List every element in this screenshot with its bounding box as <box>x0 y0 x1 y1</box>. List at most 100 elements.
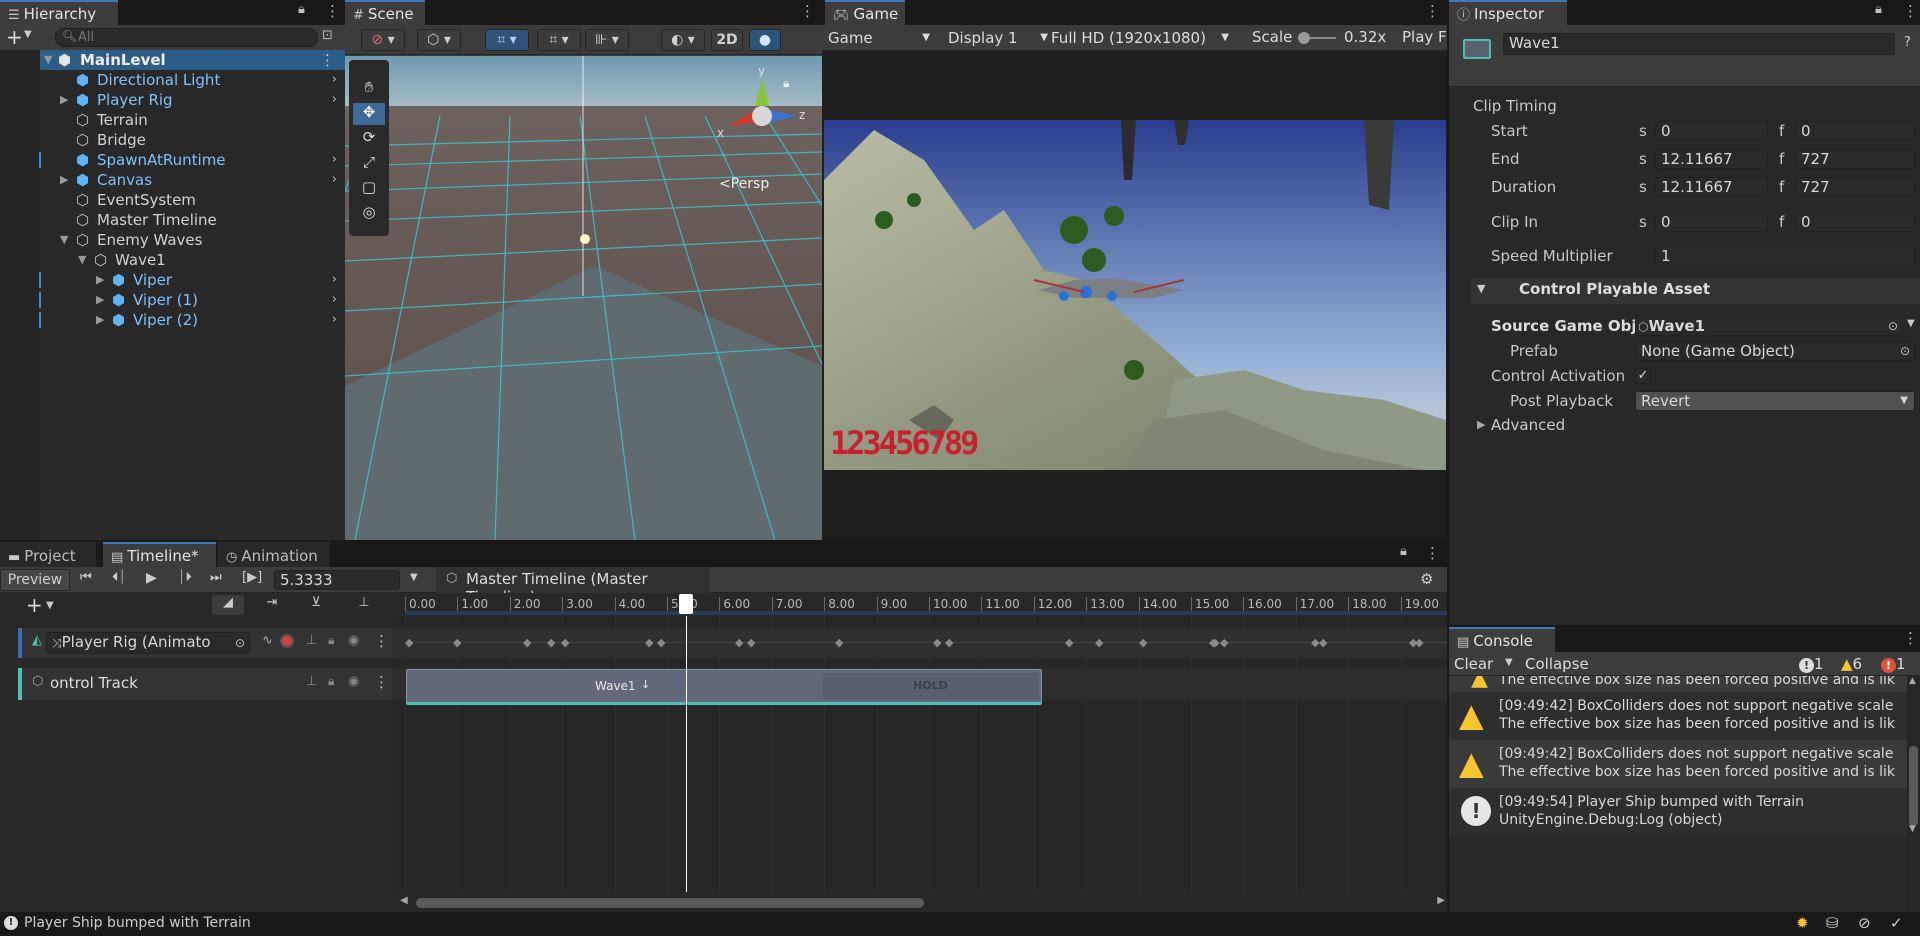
ripple-mode-icon[interactable]: ◢ <box>212 595 244 615</box>
projection-label[interactable]: <Persp <box>719 176 769 192</box>
dropdown-arrow-icon[interactable]: ▼ <box>46 600 54 611</box>
dropdown-arrow-icon[interactable]: ▼ <box>24 29 32 40</box>
scroll-up-icon[interactable]: ▲ <box>1909 676 1916 686</box>
lock-icon[interactable]: 🔒︎ <box>328 674 334 689</box>
add-icon[interactable]: + <box>6 25 23 49</box>
menu-kebab-icon[interactable]: ⋮ <box>1903 629 1918 647</box>
horizontal-scrollbar[interactable]: ◀ ▶ <box>400 895 1447 910</box>
console-entry[interactable]: ▲ [09:49:42] BoxColliders does not suppo… <box>1449 740 1907 788</box>
menu-kebab-icon[interactable]: ⋮ <box>1425 544 1440 562</box>
tab-project[interactable]: ▬ Project <box>0 542 96 567</box>
keyframe-marker[interactable]: ◆ <box>1139 636 1147 649</box>
gizmo-lock-icon[interactable]: 🔒︎ <box>783 76 789 91</box>
lock-icon[interactable]: 🔒︎ <box>298 2 305 17</box>
tab-timeline[interactable]: ▤ Timeline* <box>103 542 216 567</box>
control-playable-asset-header[interactable]: ▼ Control Playable Asset <box>1471 278 1920 304</box>
warning-count-toggle[interactable]: ▲6 <box>1841 655 1862 673</box>
duration-seconds-field[interactable]: 12.11667 <box>1655 177 1768 197</box>
time-field[interactable]: 5.3333 <box>274 570 400 590</box>
help-icon[interactable]: ? <box>1904 35 1911 50</box>
expand-arrow-icon[interactable]: ▶ <box>96 290 104 310</box>
info-count-toggle[interactable]: ! 1 <box>1799 655 1824 673</box>
curves-icon[interactable]: ∿ <box>262 633 273 648</box>
end-frames-field[interactable]: 727 <box>1795 149 1915 169</box>
chevron-right-icon[interactable]: › <box>332 170 337 190</box>
pin-icon[interactable]: ⊥ <box>306 674 317 689</box>
expand-arrow-icon[interactable]: ▶ <box>60 90 68 110</box>
go-to-start-icon[interactable]: ⏮ <box>80 570 92 585</box>
mix-mode-icon[interactable]: ⊻ <box>300 595 332 615</box>
error-count-toggle[interactable]: ! 1 <box>1881 655 1906 673</box>
scale-tool-icon[interactable]: ⤢ <box>353 153 385 175</box>
move-tool-icon[interactable]: ✥ <box>353 103 385 125</box>
scene-menu-icon[interactable]: ⋮ <box>320 50 335 70</box>
start-seconds-field[interactable]: 0 <box>1655 121 1768 141</box>
play-icon[interactable]: ▶ <box>146 570 157 586</box>
scrollbar-thumb[interactable] <box>416 898 924 908</box>
keyframe-marker[interactable]: ◆ <box>835 636 843 649</box>
display-dropdown[interactable]: Display 1 ▼ <box>948 27 1048 49</box>
end-seconds-field[interactable]: 12.11667 <box>1655 149 1768 169</box>
tab-animation[interactable]: ◷ Animation <box>218 542 330 567</box>
hierarchy-item-directional-light[interactable]: ⬢ Directional Light › <box>40 70 345 90</box>
network-icon[interactable]: ⊘ <box>1858 914 1871 932</box>
keyframe-marker[interactable]: ◆ <box>1211 636 1219 649</box>
keyframe-marker[interactable]: ◆ <box>1065 636 1073 649</box>
post-playback-dropdown[interactable]: Revert ▼ <box>1635 391 1915 411</box>
collapse-toggle[interactable]: Collapse <box>1525 655 1589 673</box>
scale-slider[interactable] <box>1298 32 1336 44</box>
tab-game[interactable]: 🎮︎ Game <box>825 0 905 25</box>
hand-tool-icon[interactable]: ✋︎ <box>353 78 385 100</box>
expand-arrow-icon[interactable]: ▶ <box>60 170 68 190</box>
hierarchy-item-terrain[interactable]: ⬡ Terrain <box>40 110 345 130</box>
hierarchy-item-wave1[interactable]: ▼ ⬡ Wave1 <box>40 250 345 270</box>
shading-mode-button[interactable]: ◐ ▾ <box>661 29 705 51</box>
grid-button[interactable]: ⌗ ▾ <box>537 29 581 51</box>
go-to-end-icon[interactable]: ⏭ <box>210 570 222 585</box>
keyframe-marker[interactable]: ◆ <box>657 636 665 649</box>
keyframe-marker[interactable]: ◆ <box>1415 636 1423 649</box>
hierarchy-item-eventsystem[interactable]: ⬡ EventSystem <box>40 190 345 210</box>
menu-kebab-icon[interactable]: ⋮ <box>1903 2 1918 20</box>
game-mode-dropdown[interactable]: Game ▼ <box>828 27 938 49</box>
increment-snap-button[interactable]: ⊪ ▾ <box>585 29 629 51</box>
resolution-dropdown[interactable]: Full HD (1920x1080) ▼ <box>1049 27 1235 49</box>
console-scrollbar[interactable]: ▲ ▼ <box>1907 676 1920 912</box>
pin-icon[interactable]: ⊥ <box>306 633 317 648</box>
keyframe-marker[interactable]: ◆ <box>1319 636 1327 649</box>
hierarchy-item-viper-1[interactable]: ▶ ⬢ Viper (1) › <box>39 290 345 310</box>
game-viewport[interactable]: 123456789 <box>824 120 1446 470</box>
console-entry[interactable]: ▲ [09:49:42] BoxColliders does not suppo… <box>1449 692 1907 740</box>
object-name-field[interactable]: Wave1 <box>1503 33 1895 55</box>
play-focused-dropdown[interactable]: Play F <box>1402 28 1447 46</box>
track-menu-icon[interactable]: ⋮ <box>374 673 389 691</box>
orientation-gizmo[interactable]: y x z <box>717 64 807 158</box>
menu-kebab-icon[interactable]: ⋮ <box>1425 2 1440 20</box>
lighting-button[interactable]: ● <box>749 29 781 51</box>
scroll-right-icon[interactable]: ▶ <box>1437 895 1445 906</box>
wave1-clip[interactable]: Wave1 ↓ HOLD <box>406 669 1042 705</box>
control-activation-checkbox[interactable]: ✓ <box>1635 368 1651 384</box>
scrollbar-thumb[interactable] <box>1909 746 1918 826</box>
expand-arrow-icon[interactable]: ▶ <box>96 310 104 330</box>
console-entry-partial[interactable]: ▲ The effective box size has been forced… <box>1449 676 1907 692</box>
slider-handle[interactable] <box>1298 32 1310 44</box>
debug-icon[interactable]: ✹ <box>1796 914 1809 932</box>
add-track-icon[interactable]: + <box>26 593 43 617</box>
clip-in-seconds-field[interactable]: 0 <box>1655 212 1768 232</box>
search-input[interactable]: 🔍︎ All <box>55 28 318 47</box>
eye-icon[interactable]: ◉ <box>348 633 359 648</box>
expand-arrow-icon[interactable]: ▼ <box>44 50 52 70</box>
console-entry[interactable]: ! [09:49:54] Player Ship bumped with Ter… <box>1449 788 1907 836</box>
replace-mode-icon[interactable]: ⇥ <box>256 595 288 615</box>
object-picker-icon[interactable]: ⊙ <box>1900 342 1910 360</box>
lock-icon[interactable]: 🔒︎ <box>328 633 334 648</box>
scene-viewport[interactable]: ✋︎ ✥ ⟳ ⤢ ▢ ◎ y x z 🔒︎ <Persp <box>345 56 822 540</box>
previous-frame-icon[interactable]: ⏴︎⏐ <box>112 570 126 585</box>
keyframe-marker[interactable]: ◆ <box>645 636 653 649</box>
dropdown-arrow-icon[interactable]: ▼ <box>1907 318 1915 329</box>
mode-2d-button[interactable]: 2D <box>711 29 743 51</box>
object-picker-icon[interactable]: ⊙ <box>1888 317 1898 335</box>
rect-tool-icon[interactable]: ▢ <box>353 178 385 200</box>
time-format-dropdown-icon[interactable]: ▼ <box>410 572 418 583</box>
